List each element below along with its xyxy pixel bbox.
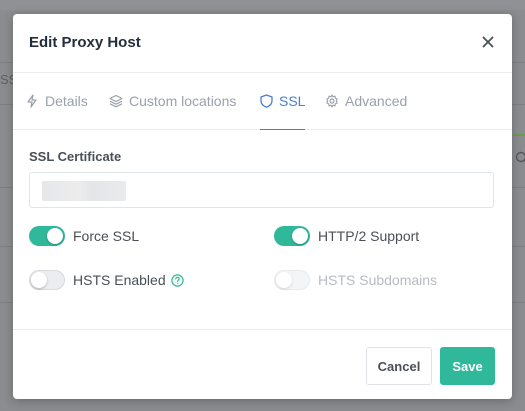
background-active-tab-indicator [513, 134, 525, 136]
modal-title: Edit Proxy Host [29, 34, 141, 51]
toggle-label: HSTS Subdomains [318, 272, 438, 288]
toggle-knob [292, 228, 308, 244]
toggle-switch [274, 270, 310, 290]
toggle-knob [47, 228, 63, 244]
toggle-label: HTTP/2 Support [318, 228, 420, 244]
tab-ssl[interactable]: SSL [260, 73, 306, 130]
toggle-knob [31, 272, 47, 288]
edit-proxy-host-modal: Edit Proxy Host Details Custom locations [13, 14, 512, 399]
redacted-certificate-value [42, 181, 126, 201]
ssl-certificate-label: SSL Certificate [29, 149, 122, 164]
background-search-icon [515, 151, 525, 165]
ssl-certificate-select[interactable] [29, 172, 494, 208]
modal-header: Edit Proxy Host [13, 14, 512, 73]
toggle-switch[interactable] [274, 226, 310, 246]
tab-label: Custom locations [129, 93, 237, 109]
hsts-enabled-toggle[interactable]: HSTS Enabled [29, 270, 184, 290]
close-icon [482, 36, 494, 48]
shield-icon [260, 94, 273, 108]
toggle-switch[interactable] [29, 270, 65, 290]
layers-icon [109, 94, 123, 108]
cancel-button[interactable]: Cancel [366, 347, 432, 385]
background-topbar [0, 0, 525, 10]
close-button[interactable] [478, 32, 498, 52]
question-circle-icon[interactable] [170, 273, 184, 287]
http2-support-toggle[interactable]: HTTP/2 Support [274, 226, 419, 246]
tab-label: Advanced [345, 93, 408, 109]
toggle-switch[interactable] [29, 226, 65, 246]
tab-custom-locations[interactable]: Custom locations [109, 73, 236, 129]
tab-details[interactable]: Details [25, 73, 88, 129]
toggle-label: Force SSL [73, 228, 140, 244]
tab-advanced[interactable]: Advanced [325, 73, 407, 129]
tab-label: Details [45, 93, 88, 109]
force-ssl-toggle[interactable]: Force SSL [29, 226, 139, 246]
toggle-label: HSTS Enabled [73, 272, 166, 288]
save-button[interactable]: Save [440, 347, 495, 385]
tab-label: SSL [279, 93, 306, 109]
modal-footer: Cancel Save [13, 329, 512, 399]
gear-icon [326, 94, 338, 108]
toggle-knob [276, 272, 292, 288]
hsts-subdomains-toggle: HSTS Subdomains [274, 270, 437, 290]
bolt-icon [27, 94, 37, 108]
modal-tabs: Details Custom locations SSL Advanced [13, 73, 512, 130]
